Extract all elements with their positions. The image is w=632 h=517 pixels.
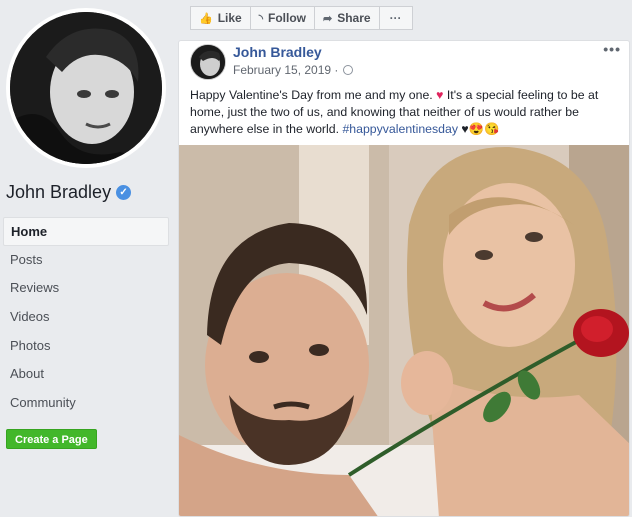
like-button[interactable]: 👍 Like: [190, 6, 251, 30]
profile-picture[interactable]: [6, 8, 166, 168]
share-button[interactable]: ➦ Share: [313, 6, 380, 30]
follow-label: Follow: [267, 11, 306, 25]
nav-item-posts[interactable]: Posts: [3, 246, 169, 275]
page-nav: Home Posts Reviews Videos Photos About C…: [3, 217, 169, 418]
couple-photo: [179, 145, 629, 516]
hashtag-link[interactable]: #happyvalentinesday: [342, 122, 458, 136]
avatar: [10, 12, 162, 164]
more-options-button[interactable]: ···: [378, 6, 413, 30]
post-options-icon[interactable]: •••: [603, 41, 621, 57]
post-photo[interactable]: [179, 145, 629, 516]
nav-item-community[interactable]: Community: [3, 389, 169, 418]
globe-icon: [343, 65, 354, 75]
share-arrow-icon: ➦: [322, 12, 333, 25]
create-page-button[interactable]: Create a Page: [6, 429, 97, 449]
like-label: Like: [217, 11, 242, 25]
nav-item-photos[interactable]: Photos: [3, 332, 169, 361]
verified-badge-icon: ✓: [116, 185, 132, 200]
page-name-text: John Bradley: [6, 182, 112, 202]
post-body: Happy Valentine's Day from me and my one…: [190, 87, 622, 138]
post-card: John Bradley February 15, 2019 · ••• Hap…: [178, 40, 630, 517]
post-text-part-1: Happy Valentine's Day from me and my one…: [190, 88, 433, 102]
nav-item-about[interactable]: About: [3, 360, 169, 389]
rss-icon: ◝: [258, 12, 263, 25]
nav-item-videos[interactable]: Videos: [3, 303, 169, 332]
left-column: John Bradley ✓ Home Posts Reviews Videos…: [0, 0, 176, 517]
page-title[interactable]: John Bradley ✓: [6, 182, 132, 203]
follow-button[interactable]: ◝ Follow: [249, 6, 315, 30]
post-author-name[interactable]: John Bradley: [233, 44, 322, 60]
post-date[interactable]: February 15, 2019 ·: [233, 63, 338, 77]
page-action-bar: 👍 Like ◝ Follow ➦ Share ···: [190, 6, 413, 30]
thumbs-up-icon: 👍: [199, 12, 213, 25]
share-label: Share: [337, 11, 371, 25]
avatar-photo: [10, 12, 162, 164]
post-author-avatar[interactable]: [190, 44, 226, 80]
post-meta: February 15, 2019 ·: [233, 63, 354, 77]
nav-item-home[interactable]: Home: [3, 217, 169, 246]
nav-item-reviews[interactable]: Reviews: [3, 274, 169, 303]
emoji-group-icon: ♥😍😘: [461, 122, 500, 136]
avatar-thumb: [191, 45, 225, 79]
